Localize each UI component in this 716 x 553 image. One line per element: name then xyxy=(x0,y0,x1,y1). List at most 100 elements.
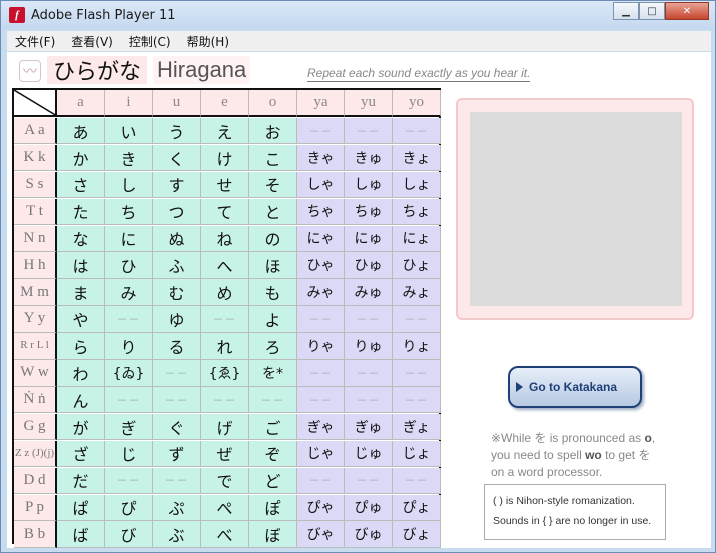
kana-cell[interactable]: きゅ xyxy=(345,144,393,172)
kana-cell[interactable]: ぎょ xyxy=(393,413,441,441)
kana-cell[interactable]: にゃ xyxy=(297,225,345,252)
kana-cell[interactable]: な xyxy=(57,225,105,252)
kana-cell[interactable]: ぞ xyxy=(249,440,297,468)
kana-cell[interactable]: む xyxy=(153,279,201,306)
kana-cell[interactable]: さ xyxy=(57,171,105,199)
kana-cell[interactable]: ん xyxy=(57,386,105,414)
kana-cell[interactable]: に xyxy=(105,225,153,252)
kana-cell[interactable]: しゃ xyxy=(297,171,345,199)
kana-cell[interactable]: ぴゅ xyxy=(345,494,393,521)
kana-cell[interactable]: お xyxy=(249,117,297,145)
kana-cell[interactable]: しょ xyxy=(393,171,441,199)
minimize-button[interactable]: ▁ xyxy=(613,2,639,20)
kana-cell[interactable]: みょ xyxy=(393,279,441,306)
kana-cell[interactable]: が xyxy=(57,413,105,441)
kana-cell[interactable]: あ xyxy=(57,117,105,145)
kana-cell[interactable]: め xyxy=(201,279,249,306)
kana-cell[interactable]: せ xyxy=(201,171,249,199)
kana-cell[interactable]: り xyxy=(105,333,153,360)
kana-cell[interactable]: じょ xyxy=(393,440,441,468)
kana-cell[interactable]: は xyxy=(57,252,105,279)
kana-cell[interactable]: ふ xyxy=(153,252,201,279)
kana-cell[interactable]: ぺ xyxy=(201,494,249,521)
kana-cell[interactable]: ざ xyxy=(57,440,105,468)
kana-cell[interactable]: ちょ xyxy=(393,198,441,226)
kana-cell[interactable]: みゅ xyxy=(345,279,393,306)
kana-cell[interactable]: え xyxy=(201,117,249,145)
kana-cell[interactable]: ぽ xyxy=(249,494,297,521)
kana-cell[interactable]: りょ xyxy=(393,333,441,360)
kana-cell[interactable]: き xyxy=(105,144,153,172)
kana-cell[interactable]: を* xyxy=(249,360,297,387)
kana-cell[interactable]: ゆ xyxy=(153,306,201,333)
kana-cell[interactable]: にゅ xyxy=(345,225,393,252)
kana-cell[interactable]: じゅ xyxy=(345,440,393,468)
title-bar[interactable]: f Adobe Flash Player 11 ▁ □ ✕ xyxy=(1,1,715,29)
kana-cell[interactable]: ぷ xyxy=(153,494,201,521)
kana-cell[interactable]: ぎゃ xyxy=(297,413,345,441)
kana-cell[interactable]: じゃ xyxy=(297,440,345,468)
kana-cell[interactable]: ぼ xyxy=(249,521,297,548)
kana-cell[interactable]: け xyxy=(201,144,249,172)
go-to-katakana-button[interactable]: Go to Katakana xyxy=(508,366,642,408)
kana-cell[interactable]: ご xyxy=(249,413,297,441)
kana-cell[interactable]: しゅ xyxy=(345,171,393,199)
kana-cell[interactable]: し xyxy=(105,171,153,199)
kana-cell[interactable]: ば xyxy=(57,521,105,548)
kana-cell[interactable]: ほ xyxy=(249,252,297,279)
kana-cell[interactable]: ちゃ xyxy=(297,198,345,226)
kana-cell[interactable]: びゅ xyxy=(345,521,393,548)
kana-cell[interactable]: つ xyxy=(153,198,201,226)
kana-cell[interactable]: げ xyxy=(201,413,249,441)
kana-cell[interactable]: わ xyxy=(57,360,105,387)
menu-file[interactable]: 文件(F) xyxy=(15,33,55,50)
kana-cell[interactable]: る xyxy=(153,333,201,360)
kana-cell[interactable]: そ xyxy=(249,171,297,199)
kana-cell[interactable]: ま xyxy=(57,279,105,306)
kana-cell[interactable]: ちゅ xyxy=(345,198,393,226)
kana-cell[interactable]: ひゃ xyxy=(297,252,345,279)
kana-cell[interactable]: ぎ xyxy=(105,413,153,441)
kana-cell[interactable]: だ xyxy=(57,467,105,495)
kana-cell[interactable]: ず xyxy=(153,440,201,468)
kana-cell[interactable]: ひゅ xyxy=(345,252,393,279)
kana-cell[interactable]: ち xyxy=(105,198,153,226)
kana-cell[interactable]: ら xyxy=(57,333,105,360)
kana-cell[interactable]: よ xyxy=(249,306,297,333)
kana-cell[interactable]: ぶ xyxy=(153,521,201,548)
kana-cell[interactable]: ぎゅ xyxy=(345,413,393,441)
kana-cell[interactable]: こ xyxy=(249,144,297,172)
kana-cell[interactable]: {ゑ} xyxy=(201,360,249,387)
kana-cell[interactable]: ぴ xyxy=(105,494,153,521)
maximize-button[interactable]: □ xyxy=(639,2,665,20)
kana-cell[interactable]: て xyxy=(201,198,249,226)
kana-cell[interactable]: ぴょ xyxy=(393,494,441,521)
kana-cell[interactable]: {ゐ} xyxy=(105,360,153,387)
kana-cell[interactable]: も xyxy=(249,279,297,306)
kana-cell[interactable]: みゃ xyxy=(297,279,345,306)
kana-cell[interactable]: じ xyxy=(105,440,153,468)
kana-cell[interactable]: の xyxy=(249,225,297,252)
kana-cell[interactable]: きょ xyxy=(393,144,441,172)
kana-cell[interactable]: りゅ xyxy=(345,333,393,360)
kana-cell[interactable]: ひょ xyxy=(393,252,441,279)
kana-cell[interactable]: く xyxy=(153,144,201,172)
kana-cell[interactable]: び xyxy=(105,521,153,548)
kana-cell[interactable]: ぜ xyxy=(201,440,249,468)
kana-cell[interactable]: れ xyxy=(201,333,249,360)
kana-cell[interactable]: ぬ xyxy=(153,225,201,252)
kana-cell[interactable]: びょ xyxy=(393,521,441,548)
kana-cell[interactable]: りゃ xyxy=(297,333,345,360)
kana-cell[interactable]: た xyxy=(57,198,105,226)
close-button[interactable]: ✕ xyxy=(665,2,709,20)
kana-cell[interactable]: と xyxy=(249,198,297,226)
kana-cell[interactable]: す xyxy=(153,171,201,199)
menu-view[interactable]: 查看(V) xyxy=(71,33,113,50)
audio-wave-icon[interactable]: 〰 xyxy=(19,60,41,82)
kana-cell[interactable]: にょ xyxy=(393,225,441,252)
kana-cell[interactable]: へ xyxy=(201,252,249,279)
kana-cell[interactable]: ぴゃ xyxy=(297,494,345,521)
kana-cell[interactable]: か xyxy=(57,144,105,172)
kana-cell[interactable]: びゃ xyxy=(297,521,345,548)
kana-cell[interactable]: ぱ xyxy=(57,494,105,521)
